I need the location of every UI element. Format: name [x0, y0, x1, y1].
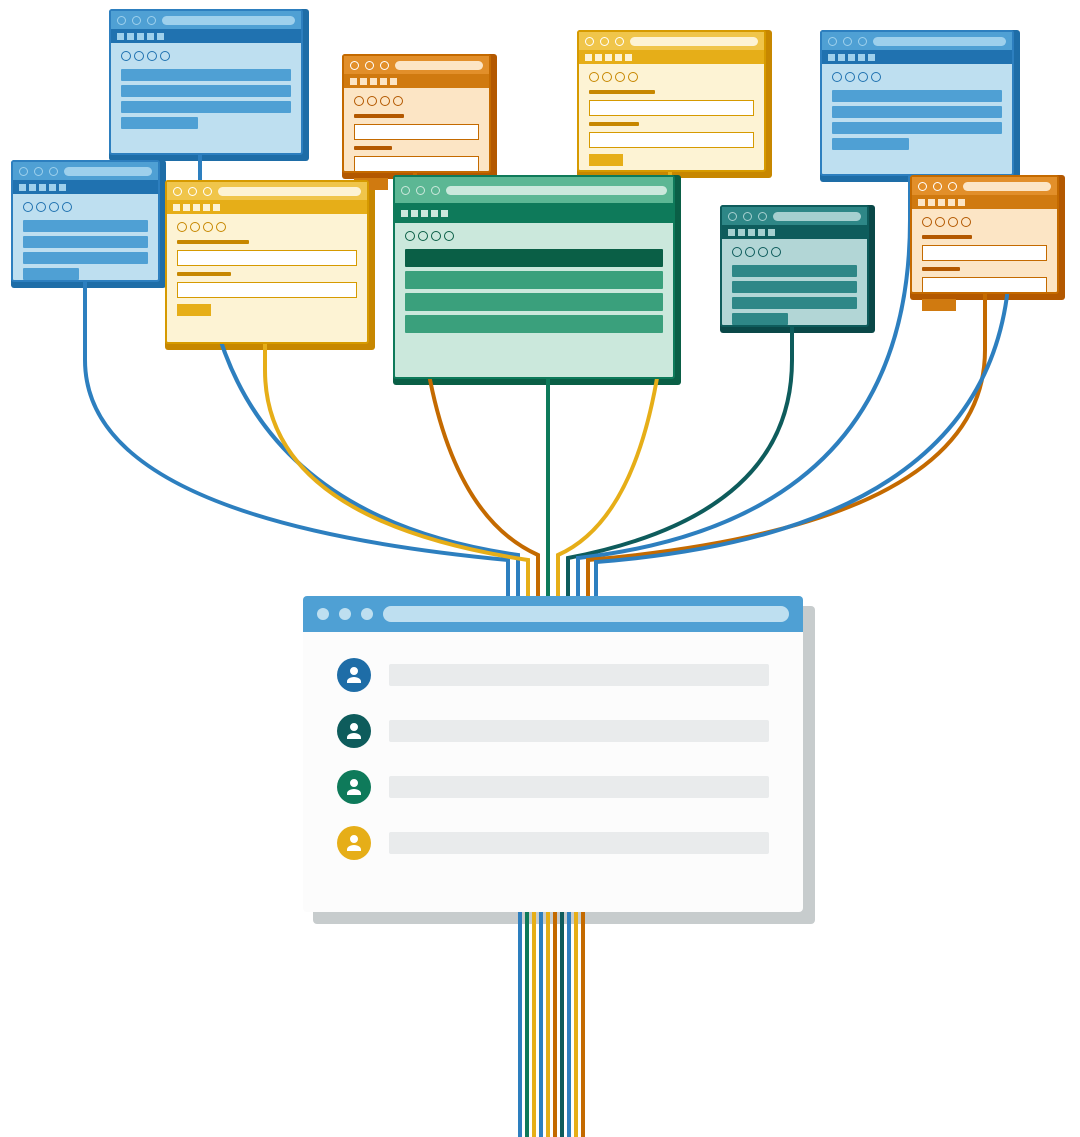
title-bar — [303, 596, 803, 632]
address-bar — [395, 61, 483, 70]
window-control-icon — [34, 167, 43, 176]
window-control-icon — [431, 186, 440, 195]
tab-strip — [579, 50, 764, 64]
avatar-icon — [337, 770, 371, 804]
window-control-icon — [585, 37, 594, 46]
window-control-icon — [416, 186, 425, 195]
window-control-icon — [615, 37, 624, 46]
tab-strip — [13, 180, 158, 194]
window-control-icon — [828, 37, 837, 46]
tab-strip — [111, 29, 301, 43]
contact-placeholder-line — [389, 776, 769, 798]
title-bar — [13, 162, 158, 180]
window-control-icon — [361, 608, 373, 620]
address-bar — [630, 37, 758, 46]
source-window — [910, 175, 1059, 294]
source-window — [165, 180, 369, 344]
contact-placeholder-line — [389, 832, 769, 854]
window-control-icon — [173, 187, 182, 196]
source-window — [820, 30, 1014, 176]
window-control-icon — [843, 37, 852, 46]
address-bar — [446, 186, 667, 195]
aggregation-diagram: { "description": "Illustration: many sou… — [0, 0, 1080, 1137]
title-bar — [579, 32, 764, 50]
window-control-icon — [132, 16, 141, 25]
address-bar — [773, 212, 861, 221]
destination-window — [303, 596, 803, 912]
window-control-icon — [858, 37, 867, 46]
window-control-icon — [19, 167, 28, 176]
source-window — [577, 30, 766, 172]
title-bar — [167, 182, 367, 200]
address-bar — [873, 37, 1006, 46]
contact-row — [337, 826, 769, 860]
address-bar — [162, 16, 295, 25]
window-control-icon — [49, 167, 58, 176]
window-control-icon — [600, 37, 609, 46]
source-window — [109, 9, 303, 155]
contact-list — [303, 632, 803, 886]
window-control-icon — [380, 61, 389, 70]
window-control-icon — [933, 182, 942, 191]
tab-strip — [167, 200, 367, 214]
tab-strip — [395, 203, 673, 223]
contact-placeholder-line — [389, 664, 769, 686]
window-control-icon — [728, 212, 737, 221]
tab-strip — [822, 50, 1012, 64]
window-control-icon — [203, 187, 212, 196]
title-bar — [395, 177, 673, 203]
window-control-icon — [317, 608, 329, 620]
address-bar — [64, 167, 152, 176]
source-window — [720, 205, 869, 327]
address-bar — [963, 182, 1051, 191]
avatar-icon — [337, 714, 371, 748]
contact-row — [337, 658, 769, 692]
title-bar — [344, 56, 489, 74]
tab-strip — [344, 74, 489, 88]
window-control-icon — [339, 608, 351, 620]
window-control-icon — [743, 212, 752, 221]
contact-row — [337, 714, 769, 748]
avatar-icon — [337, 826, 371, 860]
tab-strip — [912, 195, 1057, 209]
source-window — [393, 175, 675, 379]
window-control-icon — [147, 16, 156, 25]
title-bar — [822, 32, 1012, 50]
window-control-icon — [117, 16, 126, 25]
title-bar — [722, 207, 867, 225]
contact-placeholder-line — [389, 720, 769, 742]
tab-strip — [722, 225, 867, 239]
source-window — [342, 54, 491, 173]
window-control-icon — [758, 212, 767, 221]
window-control-icon — [365, 61, 374, 70]
window-control-icon — [401, 186, 410, 195]
window-control-icon — [948, 182, 957, 191]
address-bar — [383, 606, 789, 622]
avatar-icon — [337, 658, 371, 692]
address-bar — [218, 187, 361, 196]
window-control-icon — [188, 187, 197, 196]
source-window — [11, 160, 160, 282]
window-control-icon — [918, 182, 927, 191]
title-bar — [111, 11, 301, 29]
title-bar — [912, 177, 1057, 195]
contact-row — [337, 770, 769, 804]
window-control-icon — [350, 61, 359, 70]
